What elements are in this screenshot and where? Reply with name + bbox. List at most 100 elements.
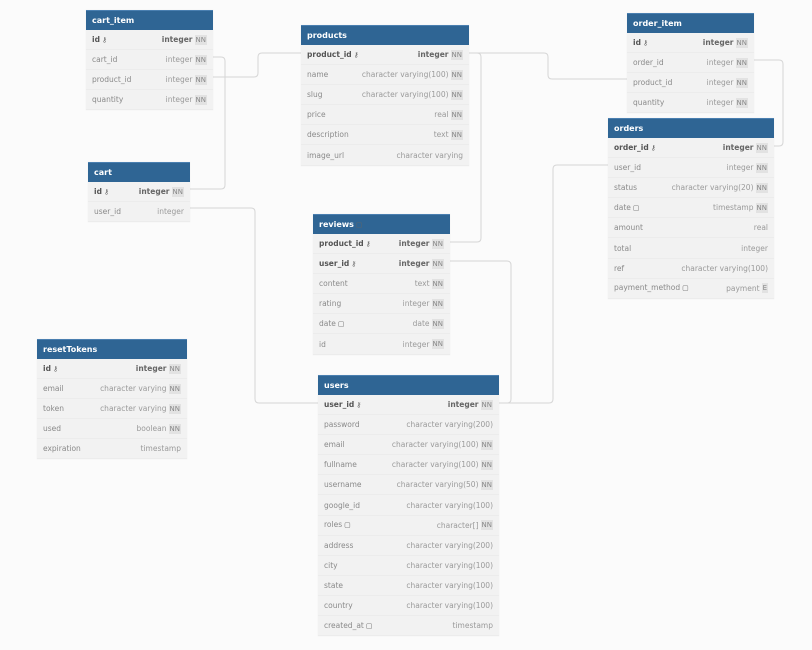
enum-badge: E [761, 283, 768, 294]
not-null-badge: NN [194, 74, 207, 85]
column-row[interactable]: payment_method ▢ payment E [608, 279, 774, 299]
column-name-cell: date ▢ [319, 314, 413, 334]
column-row[interactable]: rating integer NN [313, 294, 450, 315]
column-row[interactable]: id ⚷ integer NN [86, 30, 213, 51]
column-name-cell: total [614, 239, 741, 258]
column-row[interactable]: product_id integer NN [627, 73, 754, 94]
link-order_item-products[interactable] [469, 52, 627, 80]
note-icon: ▢ [682, 284, 689, 293]
column-type: integer [417, 50, 449, 60]
column-type: character varying(100) [406, 500, 493, 510]
column-name: cart_id [92, 55, 118, 65]
column-row[interactable]: created_at ▢ timestamp [318, 616, 499, 637]
column-type: integer [706, 78, 734, 88]
column-row[interactable]: user_id ⚷ integer NN [318, 395, 499, 416]
column-row[interactable]: slug character varying(100) NN [301, 85, 469, 106]
column-row[interactable]: email character varying(100) NN [318, 435, 499, 456]
column-row[interactable]: state character varying(100) [318, 576, 499, 596]
column-row[interactable]: email character varying NN [37, 379, 187, 400]
table-header[interactable]: products [301, 25, 469, 45]
column-row[interactable]: date ▢ timestamp NN [608, 198, 774, 219]
note-icon: ▢ [365, 621, 373, 630]
column-row[interactable]: user_id integer [88, 202, 190, 223]
column-name: email [324, 440, 345, 450]
table-header[interactable]: orders [608, 118, 774, 138]
column-name: password [324, 420, 360, 430]
column-row[interactable]: date ▢ date NN [313, 314, 450, 335]
column-row[interactable]: image_url character varying [301, 145, 469, 166]
not-null-badge: NN [431, 238, 444, 249]
column-type: integer [161, 35, 193, 45]
table-cart[interactable]: cart id ⚷ integer NN user_id integer [88, 162, 190, 223]
column-row[interactable]: status character varying(20) NN [608, 178, 774, 199]
column-row[interactable]: id ⚷ integer NN [88, 182, 190, 203]
table-header[interactable]: cart_item [86, 10, 213, 30]
column-row[interactable]: name character varying(100) NN [301, 65, 469, 86]
column-row[interactable]: used boolean NN [37, 419, 187, 440]
column-type: character varying [100, 404, 167, 414]
column-name: user_id [94, 207, 121, 217]
column-type: text [433, 130, 449, 140]
table-header[interactable]: order_item [627, 13, 754, 33]
column-row[interactable]: id ⚷ integer NN [37, 359, 187, 380]
column-row[interactable]: city character varying(100) [318, 556, 499, 576]
column-row[interactable]: user_id integer NN [608, 158, 774, 179]
link-cart_item-products[interactable] [213, 52, 301, 78]
table-header[interactable]: reviews ▢ [313, 214, 450, 234]
column-row[interactable]: fullname character varying(100) NN [318, 455, 499, 476]
note-icon: ▢ [632, 203, 640, 212]
column-name: user_id [319, 258, 350, 268]
column-row[interactable]: content text NN [313, 274, 450, 295]
column-name: quantity [92, 95, 124, 105]
column-row[interactable]: token character varying NN [37, 399, 187, 420]
column-row[interactable]: country character varying(100) [318, 596, 499, 617]
column-name: id [94, 186, 102, 196]
column-row[interactable]: price real NN [301, 105, 469, 126]
column-row[interactable]: password character varying(200) [318, 415, 499, 436]
column-row[interactable]: order_id integer NN [627, 53, 754, 74]
table-resetTokens[interactable]: resetTokens id ⚷ integer NN email character va… [37, 339, 187, 460]
key-icon: ⚷ [103, 187, 110, 196]
table-header[interactable]: resetTokens [37, 339, 187, 359]
table-header[interactable]: users [318, 375, 499, 395]
column-row[interactable]: google_id character varying(100) [318, 495, 499, 516]
column-row[interactable]: address character varying(200) [318, 536, 499, 556]
table-header[interactable]: cart [88, 162, 190, 182]
column-row[interactable]: product_id integer NN [86, 70, 213, 91]
column-row[interactable]: total integer [608, 238, 774, 259]
table-users[interactable]: users user_id ⚷ integer NN password character … [318, 375, 499, 637]
column-name: rating [319, 299, 342, 309]
column-row[interactable]: id ⚷ integer NN [627, 33, 754, 54]
table-order_item[interactable]: order_item id ⚷ integer NN order_id integer NN p… [627, 13, 754, 114]
column-row[interactable]: quantity integer NN [86, 90, 213, 111]
table-products[interactable]: products product_id ⚷ integer NN name characte… [301, 25, 469, 166]
column-row[interactable]: product_id ⚷ integer NN [313, 234, 450, 255]
column-row[interactable]: id integer NN [313, 334, 450, 355]
column-name-cell: id ⚷ [94, 182, 139, 202]
not-null-badge: NN [480, 439, 493, 450]
column-row[interactable]: amount real [608, 218, 774, 239]
table-orders[interactable]: orders order_id ⚷ integer NN user_id integer NN… [608, 118, 774, 299]
column-type: integer [398, 259, 430, 269]
link-orders-users[interactable] [499, 164, 608, 404]
column-row[interactable]: order_id ⚷ integer NN [608, 138, 774, 159]
not-null-badge: NN [480, 399, 493, 410]
column-name-cell: name [307, 65, 362, 84]
column-row[interactable]: product_id ⚷ integer NN [301, 45, 469, 66]
column-row[interactable]: username character varying(50) NN [318, 475, 499, 496]
column-name-cell: email [43, 379, 100, 398]
not-null-badge: NN [171, 186, 184, 197]
column-row[interactable]: roles ▢ character[] NN [318, 516, 499, 536]
column-row[interactable]: quantity integer NN [627, 93, 754, 114]
column-row[interactable]: user_id ⚷ integer NN [313, 254, 450, 275]
not-null-badge: NN [168, 403, 181, 414]
column-row[interactable]: description text NN [301, 125, 469, 146]
table-cart_item[interactable]: cart_item id ⚷ integer NN cart_id integer NN pro… [86, 10, 213, 111]
table-name: cart [94, 168, 112, 177]
table-reviews[interactable]: reviews ▢ product_id ⚷ integer NN user_id ⚷ inte… [313, 214, 450, 355]
link-cart-users[interactable] [190, 207, 318, 404]
column-type: real [753, 223, 768, 233]
column-row[interactable]: expiration timestamp [37, 439, 187, 460]
column-row[interactable]: ref character varying(100) [608, 259, 774, 279]
column-row[interactable]: cart_id integer NN [86, 50, 213, 71]
